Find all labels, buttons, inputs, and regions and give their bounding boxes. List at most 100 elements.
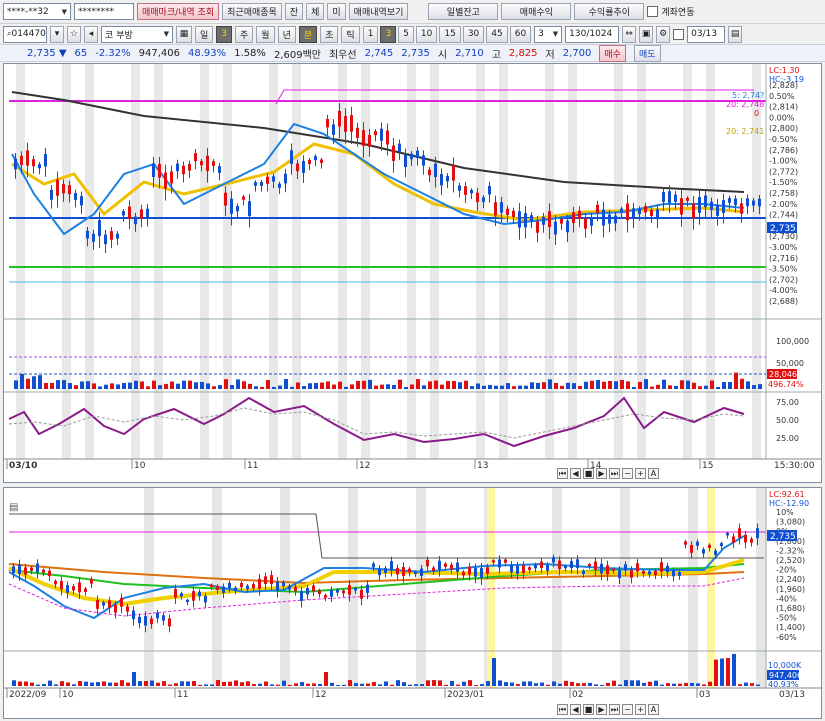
volume-value: 947,406 — [138, 47, 181, 59]
scroll-stop-button[interactable]: ■ — [583, 704, 594, 715]
interval-15[interactable]: 15 — [439, 25, 461, 43]
account-link-checkbox[interactable] — [647, 6, 659, 17]
volume-bar — [360, 683, 364, 686]
interval-5[interactable]: 5 — [398, 25, 414, 43]
candle-body — [104, 234, 107, 245]
zoom-out-button[interactable]: − — [622, 704, 633, 715]
date-field[interactable]: 03/13 — [687, 25, 726, 43]
volume-bar — [372, 681, 376, 686]
period-second[interactable]: 초 — [320, 25, 339, 43]
volume-bar — [114, 682, 118, 686]
volume-bar — [336, 684, 340, 686]
tab-trades[interactable]: 매매내역보기 — [348, 3, 409, 20]
volume-bar — [390, 684, 394, 686]
candle-body — [188, 163, 191, 171]
volume-bar — [476, 383, 480, 389]
volume-bar — [750, 683, 754, 686]
account-select[interactable]: ****-**32 ▼ — [3, 3, 71, 20]
candle-body — [116, 233, 119, 239]
interval-select[interactable]: 3 ▼ — [534, 25, 563, 43]
tab-recent[interactable]: 최근매매종목 — [222, 3, 282, 20]
interval-3[interactable]: 3 — [380, 25, 397, 43]
scroll-prev-button[interactable]: ◀ — [570, 468, 581, 479]
scroll-next-button[interactable]: ▶ — [596, 468, 607, 479]
period-yearly[interactable]: 년 — [277, 25, 296, 43]
interval-60[interactable]: 60 — [509, 25, 532, 43]
candle-body — [270, 575, 273, 585]
zoom-out-button[interactable]: − — [622, 468, 633, 479]
grid-icon-button[interactable]: ▦ — [176, 25, 192, 43]
save-button[interactable]: ▣ — [639, 25, 654, 43]
trade-profit-button[interactable]: 매매수익 — [501, 3, 572, 20]
volume-bar — [414, 684, 418, 686]
scroll-stop-button[interactable]: ■ — [583, 468, 594, 479]
period-minute[interactable]: 분 — [298, 25, 318, 43]
scroll-end-button[interactable]: ⏭ — [609, 468, 620, 479]
auto-button[interactable]: A — [648, 468, 659, 479]
daily-chart[interactable]: ▤ LC:92.61HC:-12.9010%(3,080)0%(2,800)-2… — [4, 488, 821, 718]
scroll-start-button[interactable]: ⏮ — [557, 468, 568, 479]
interval-45[interactable]: 45 — [486, 25, 508, 43]
intraday-chart[interactable]: LC:1.30HC:-3.19(2,828)0.50%(2,814)0.00%(… — [4, 64, 821, 482]
sell-button[interactable]: 매도 — [633, 44, 661, 62]
volume-bar — [18, 681, 22, 686]
calendar-button[interactable]: ▤ — [728, 25, 743, 43]
fit-button[interactable]: ⇔ — [622, 25, 637, 43]
period-number[interactable]: 3 — [216, 25, 233, 43]
volume-bar — [668, 385, 672, 389]
candle-body — [758, 198, 761, 207]
daily-balance-button[interactable]: 일별잔고 — [428, 3, 499, 20]
symbol-name-select[interactable]: 코 부방 ▼ — [101, 25, 173, 43]
auto-button[interactable]: A — [648, 704, 659, 715]
volume-bar — [258, 683, 262, 686]
volume-bar — [702, 684, 706, 686]
candle-body — [252, 584, 255, 589]
candle-body — [126, 606, 129, 612]
code-input[interactable]: ⌕ 014470 — [3, 25, 47, 43]
zoom-in-button[interactable]: + — [635, 468, 646, 479]
period-daily[interactable]: 일 — [195, 25, 214, 43]
scroll-prev-button[interactable]: ◀ — [570, 704, 581, 715]
volume-bar — [224, 379, 228, 389]
interval-1[interactable]: 1 — [362, 25, 379, 43]
interval-30[interactable]: 30 — [462, 25, 485, 43]
interval-10[interactable]: 10 — [415, 25, 438, 43]
scroll-next-button[interactable]: ▶ — [596, 704, 607, 715]
period-weekly[interactable]: 주 — [235, 25, 254, 43]
volume-bar — [164, 383, 168, 389]
time-axis-label: 13 — [477, 461, 488, 471]
ma-blue-line — [8, 535, 745, 620]
period-monthly[interactable]: 월 — [256, 25, 275, 43]
candle-body — [228, 582, 231, 588]
count-field[interactable]: 130/1024 — [565, 25, 620, 43]
settings-button[interactable]: ⚙ — [656, 25, 671, 43]
volume-bar — [170, 381, 174, 389]
gear-icon: ⚙ — [659, 29, 668, 39]
unfilled-button[interactable]: 미 — [327, 3, 346, 20]
volume-bar — [582, 683, 586, 686]
volume-bar — [276, 684, 280, 686]
panel-settings-icon[interactable]: ▤ — [9, 502, 18, 513]
tab-orders[interactable]: 매매마크/내역 조회 — [137, 3, 220, 20]
chevron-down-icon: ▾ — [54, 29, 60, 39]
scroll-start-button[interactable]: ⏮ — [557, 704, 568, 715]
daily-chart-panel[interactable]: ▤ LC:92.61HC:-12.9010%(3,080)0%(2,800)-2… — [3, 487, 822, 719]
password-field[interactable]: ******** — [74, 3, 134, 20]
profit-trend-button[interactable]: 수익률추이 — [574, 3, 645, 20]
scroll-end-button[interactable]: ⏭ — [609, 704, 620, 715]
volume-bar — [26, 378, 30, 389]
zoom-in-button[interactable]: + — [635, 704, 646, 715]
balance-button[interactable]: 잔 — [284, 3, 304, 20]
period-tick[interactable]: 틱 — [341, 25, 360, 43]
code-dropdown-button[interactable]: ▾ — [50, 25, 64, 43]
intraday-chart-panel[interactable]: LC:1.30 HC:-3.19 (2,828) 0.50% (2,814) 0.00%(… — [3, 63, 822, 483]
date-checkbox[interactable] — [673, 28, 685, 40]
candle-body — [282, 582, 285, 587]
prev-symbol-button[interactable]: ◂ — [84, 25, 98, 43]
filled-button[interactable]: 체 — [306, 3, 325, 20]
buy-button[interactable]: 매수 — [599, 44, 626, 62]
candle-body — [72, 586, 75, 591]
volume-bar — [470, 386, 474, 389]
favorites-button[interactable]: ☆ — [67, 25, 81, 43]
volume-bar — [684, 682, 688, 686]
